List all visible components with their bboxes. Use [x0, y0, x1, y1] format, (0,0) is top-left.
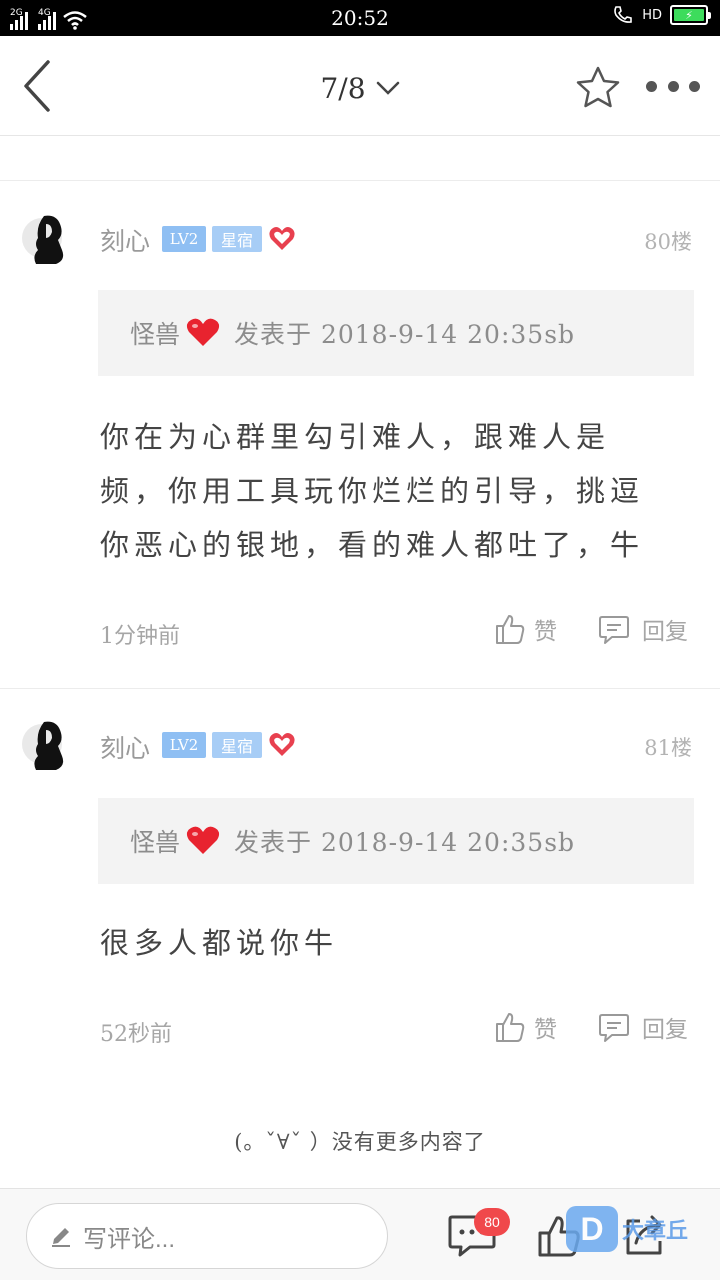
- comment-count-badge: 80: [474, 1208, 510, 1236]
- page-selector[interactable]: 7/8: [300, 68, 420, 108]
- pencil-icon: [52, 1228, 70, 1247]
- title-badge: 星宿: [212, 226, 262, 252]
- timestamp: 52秒前: [100, 1022, 172, 1047]
- title-badge: 星宿: [212, 732, 262, 758]
- level-badge: LV2: [162, 732, 206, 758]
- username[interactable]: 刻心: [100, 729, 150, 765]
- thumbs-up-icon: [496, 1013, 525, 1042]
- quoted-post[interactable]: 怪兽 发表于 2018-9-14 20:35sb: [98, 290, 694, 376]
- username[interactable]: 刻心: [100, 222, 150, 258]
- end-of-list-note: (。ˇ∀ˇ ）没有更多内容了: [234, 1130, 486, 1154]
- quote-author: 怪兽: [130, 828, 181, 857]
- page-indicator-label: 7/8: [320, 71, 366, 105]
- like-label: 赞: [534, 1017, 557, 1043]
- floor-number: 81楼: [644, 736, 692, 760]
- more-icon: [646, 80, 657, 92]
- floor-number: 80楼: [644, 230, 692, 254]
- call-icon: [614, 6, 633, 23]
- reply-label: 回复: [642, 1017, 688, 1043]
- reply-button[interactable]: 回复: [598, 1010, 688, 1044]
- avatar[interactable]: [22, 716, 70, 772]
- back-icon: [24, 60, 50, 112]
- like-label: 赞: [534, 619, 557, 645]
- comment-body: 你在为心群里勾引难人，跟难人是频，你用工具玩你烂烂的引导，挑逗你恶心的银地，看的…: [100, 420, 645, 562]
- more-button[interactable]: [646, 76, 700, 96]
- watermark-text: 大章丘: [622, 1219, 689, 1244]
- comment-placeholder: 写评论...: [83, 1225, 176, 1253]
- reply-icon: [599, 616, 629, 644]
- watermark-logo: D 大章丘: [566, 1204, 716, 1254]
- heart-icon: [268, 226, 296, 252]
- favorite-button[interactable]: [574, 64, 622, 112]
- chevron-down-icon: [376, 81, 399, 95]
- avatar[interactable]: [22, 210, 70, 266]
- divider: [0, 688, 720, 689]
- heart-icon: [186, 318, 220, 346]
- reply-button[interactable]: 回复: [598, 612, 688, 646]
- heart-icon: [268, 732, 296, 758]
- star-icon: [576, 66, 620, 108]
- watermark-d-icon: D: [566, 1206, 618, 1252]
- comment-body: 很多人都说你牛: [100, 926, 339, 960]
- back-button[interactable]: [18, 58, 62, 114]
- reply-label: 回复: [642, 619, 688, 645]
- quote-meta: 发表于 2018-9-14 20:35sb: [234, 320, 576, 349]
- divider: [0, 180, 720, 181]
- status-bar: 2G 4G 20:52 HD ⚡: [0, 0, 720, 36]
- quote-author: 怪兽: [130, 320, 181, 349]
- quote-meta: 发表于 2018-9-14 20:35sb: [234, 828, 576, 857]
- quoted-post[interactable]: 怪兽 发表于 2018-9-14 20:35sb: [98, 798, 694, 884]
- level-badge: LV2: [162, 226, 206, 252]
- timestamp: 1分钟前: [100, 624, 180, 649]
- heart-icon: [186, 826, 220, 854]
- top-nav: 7/8: [0, 36, 720, 136]
- like-button[interactable]: 赞: [494, 1010, 557, 1044]
- comment-input[interactable]: 写评论...: [26, 1203, 388, 1269]
- thumbs-up-icon: [496, 615, 525, 644]
- hd-label: HD: [642, 7, 662, 23]
- reply-icon: [599, 1014, 629, 1042]
- like-button[interactable]: 赞: [494, 612, 557, 646]
- battery-icon: ⚡: [670, 5, 711, 25]
